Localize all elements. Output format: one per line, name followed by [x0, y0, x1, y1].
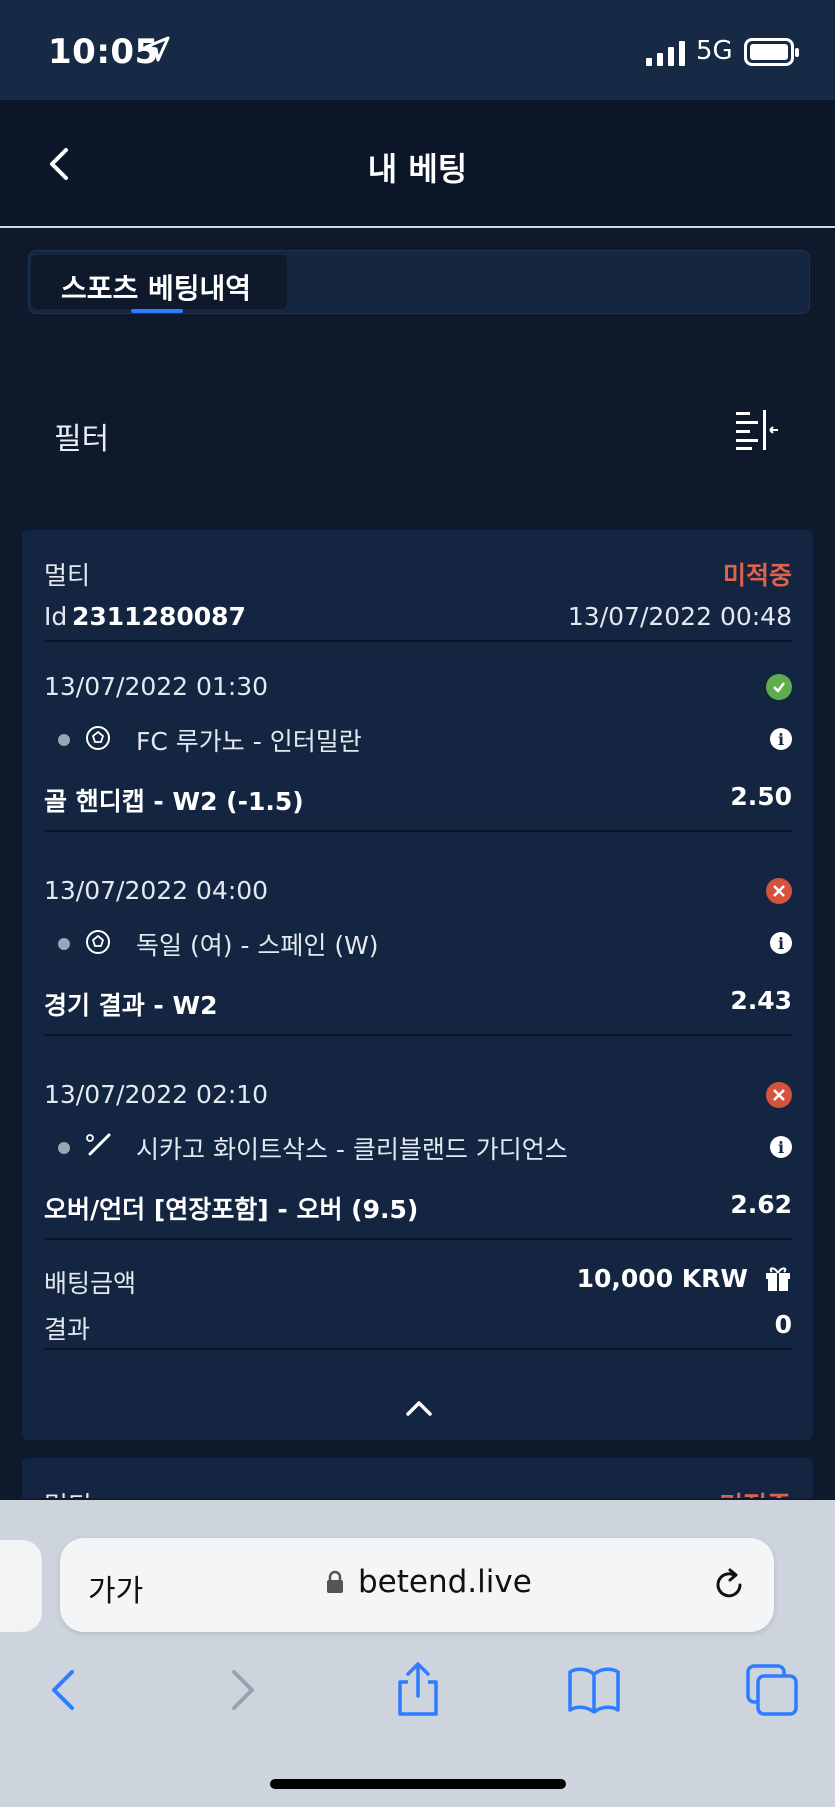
lost-x-icon — [766, 1082, 792, 1108]
result-value: 0 — [774, 1310, 792, 1339]
battery-icon — [744, 38, 799, 66]
browser-chrome: 가가 betend.live — [0, 1500, 835, 1807]
divider — [44, 1034, 792, 1036]
stake-label: 배팅금액 — [44, 1269, 137, 1298]
bet-id-value: 2311280087 — [72, 602, 246, 631]
selection-event: FC 루가노 - 인터밀란 — [136, 727, 362, 756]
selection-item: 13/07/2022 01:30 FC 루가노 - 인터밀란 i 골 핸디캡 -… — [44, 640, 792, 844]
bet-type: 멀티 — [44, 561, 91, 590]
browser-back-icon[interactable] — [34, 1660, 94, 1720]
browser-toolbar — [0, 1660, 835, 1730]
selection-odds: 2.62 — [730, 1190, 792, 1219]
tabs-bar: 스포츠 베팅내역 — [28, 250, 810, 314]
next-bet-type: 멀티 — [44, 1486, 92, 1498]
lost-x-icon — [766, 878, 792, 904]
next-bet-status: 미적중 — [719, 1486, 791, 1498]
selection-market: 오버/언더 [연장포함] - 오버 (9.5) — [44, 1195, 419, 1224]
filter-icon[interactable] — [736, 410, 780, 450]
status-bar: 10:05 5G — [0, 0, 835, 100]
selection-market: 경기 결과 - W2 — [44, 991, 218, 1020]
bookmarks-icon[interactable] — [564, 1660, 624, 1720]
tab-label: 스포츠 베팅내역 — [61, 272, 252, 305]
selection-datetime: 13/07/2022 02:10 — [44, 1080, 269, 1109]
address-bar[interactable]: 가가 betend.live — [60, 1538, 774, 1632]
network-type: 5G — [696, 36, 733, 66]
selection-datetime: 13/07/2022 04:00 — [44, 876, 269, 905]
share-icon[interactable] — [388, 1660, 448, 1720]
info-icon[interactable]: i — [770, 728, 792, 750]
browser-forward-icon[interactable] — [212, 1660, 272, 1720]
filter-label: 필터 — [54, 422, 110, 457]
divider — [44, 830, 792, 832]
text-size-button[interactable]: 가가 — [88, 1566, 143, 1610]
soccer-ball-icon — [86, 726, 110, 750]
bet-card[interactable]: 멀티 미적중 Id 2311280087 13/07/2022 00:48 13… — [22, 530, 813, 1440]
won-check-icon — [766, 674, 792, 700]
location-arrow-icon — [144, 36, 170, 62]
selection-odds: 2.50 — [730, 782, 792, 811]
result-label: 결과 — [44, 1315, 91, 1344]
bet-status: 미적중 — [722, 561, 792, 590]
divider — [44, 1348, 792, 1350]
selection-event: 독일 (여) - 스페인 (W) — [136, 931, 379, 960]
filter-row: 필터 — [0, 390, 835, 470]
reload-icon[interactable] — [710, 1566, 748, 1604]
gift-icon — [766, 1267, 790, 1291]
bet-id-label: Id — [44, 602, 68, 631]
next-bet-card[interactable]: 멀티 미적중 — [22, 1458, 813, 1498]
divider — [44, 1238, 792, 1240]
bet-placed-at: 13/07/2022 00:48 — [567, 602, 792, 631]
tabs-icon[interactable] — [742, 1660, 802, 1720]
collapse-chevron-up-icon[interactable] — [404, 1398, 434, 1418]
soccer-ball-icon — [86, 930, 110, 954]
selection-item: 13/07/2022 02:10 시카고 화이트삭스 - 클리블랜드 가디언스 … — [44, 1048, 792, 1252]
selection-event: 시카고 화이트삭스 - 클리블랜드 가디언스 — [136, 1135, 568, 1164]
status-dot — [58, 734, 70, 746]
selection-market: 골 핸디캡 - W2 (-1.5) — [44, 787, 304, 816]
selection-odds: 2.43 — [730, 986, 792, 1015]
info-icon[interactable]: i — [770, 932, 792, 954]
status-time: 10:05 — [48, 32, 159, 72]
tab-active-indicator — [131, 309, 183, 313]
url-text: betend.live — [358, 1564, 532, 1600]
app-header: 내 베팅 — [0, 100, 835, 228]
stake-value: 10,000 KRW — [576, 1264, 748, 1293]
lock-icon — [327, 1570, 343, 1593]
selection-item: 13/07/2022 04:00 독일 (여) - 스페인 (W) i 경기 결… — [44, 844, 792, 1048]
status-dot — [58, 938, 70, 950]
home-indicator — [270, 1779, 566, 1789]
previous-tab-pill[interactable] — [0, 1540, 42, 1632]
selection-datetime: 13/07/2022 01:30 — [44, 672, 269, 701]
signal-icon — [646, 40, 685, 66]
status-dot — [58, 1142, 70, 1154]
tab-sports-bet-history[interactable]: 스포츠 베팅내역 — [31, 255, 287, 313]
page-title: 내 베팅 — [367, 150, 468, 188]
info-icon[interactable]: i — [770, 1136, 792, 1158]
baseball-bat-icon — [86, 1133, 111, 1156]
